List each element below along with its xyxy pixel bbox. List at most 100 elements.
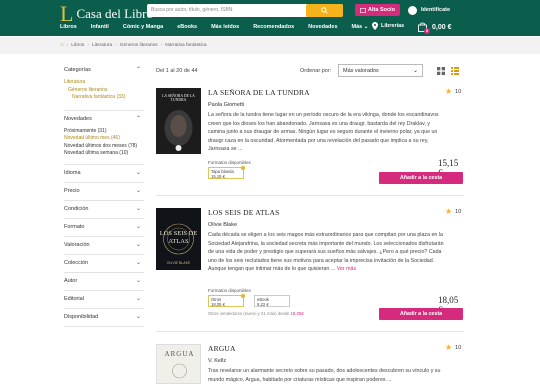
breadcrumb-item[interactable]: Literatura	[92, 43, 112, 48]
location-pin-icon	[372, 22, 378, 30]
format-option-tapa-blanda[interactable]: Tapa blanda 15,15 €	[208, 166, 245, 179]
product-rating: ★ 10	[445, 208, 461, 216]
selected-indicator-icon	[241, 294, 245, 298]
filter-categorias: Categorías ⌃ Literatura Géneros literari…	[64, 62, 144, 111]
nav-mas-leidos[interactable]: Más leídos	[211, 24, 239, 34]
nav-novedades[interactable]: Novedades	[308, 24, 337, 34]
filter-title: Autor	[64, 277, 78, 284]
category-item[interactable]: Narrativa fantástica (33)	[64, 94, 144, 102]
filter-title[interactable]: Novedades	[64, 111, 144, 128]
chevron-down-icon: ⌄	[135, 241, 141, 248]
format-option-ebook[interactable]: eBook 9,22 €	[254, 295, 290, 307]
filter-precio[interactable]: Precio ⌄	[64, 183, 144, 201]
nav-mas[interactable]: Más ⌄	[352, 24, 369, 34]
filter-autor[interactable]: Autor ⌄	[64, 273, 144, 291]
main-nav: Libros Infantil Cómic y Manga eBooks Más…	[60, 24, 368, 34]
breadcrumb-item: Narrativa fantástica	[165, 42, 207, 48]
results-count: Del 1 al 20 de 44	[156, 68, 198, 74]
product-item: LOS SEIS DE ATLAS OLIVIE BLAKE LOS SEIS …	[156, 208, 464, 323]
login-button[interactable]: Identifícate	[408, 4, 450, 16]
filter-novedades: Novedades ⌃ Próximamente (31) Novedad úl…	[64, 111, 144, 165]
grid-view-icon[interactable]	[437, 67, 445, 75]
breadcrumb-separator: ›	[87, 42, 89, 48]
filter-coleccion[interactable]: Colección ⌄	[64, 255, 144, 273]
add-to-cart-button[interactable]: Añadir a la cesta	[379, 308, 463, 320]
breadcrumb-item[interactable]: Géneros literarios	[120, 43, 158, 48]
filter-formato[interactable]: Formato ⌄	[64, 219, 144, 237]
book-cover[interactable]: LOS SEIS DE ATLAS OLIVIE BLAKE	[156, 208, 201, 270]
order-label: Ordenar por:	[300, 68, 332, 74]
nav-libros[interactable]: Libros	[60, 24, 77, 34]
list-view-icon[interactable]	[451, 67, 459, 75]
other-sellers-link[interactable]: Otros vendedores (nuevo y 21 más) desde …	[208, 311, 304, 316]
filter-title: Formato	[64, 223, 85, 230]
ver-mas-link[interactable]: Ver más	[337, 266, 356, 272]
chevron-down-icon: ⌄	[412, 68, 418, 74]
product-title[interactable]: LA SEÑORA DE LA TUNDRA	[208, 88, 310, 97]
product-description: Tras revelarse un alarmante secreto sobr…	[208, 368, 441, 383]
alta-socio-button[interactable]: Alta Socio	[355, 4, 400, 16]
formats-label: Formatos disponibles	[208, 288, 251, 293]
cart-total: 0,00 €	[432, 23, 452, 31]
novedad-item[interactable]: Novedad último mes (46)	[64, 135, 144, 143]
home-icon[interactable]: ⌂	[60, 42, 64, 48]
order-value: Más valorados	[343, 68, 379, 74]
chevron-up-icon[interactable]: ⌃	[136, 115, 141, 122]
nav-mas-label: Más	[351, 24, 363, 30]
chevron-down-icon: ⌄	[135, 205, 141, 212]
filter-title[interactable]: Categorías	[64, 62, 144, 79]
order-select[interactable]: Más valorados ⌄	[338, 64, 423, 77]
book-cover[interactable]: LA SEÑORA DE LA TUNDRA	[156, 88, 201, 154]
logo[interactable]: L Casa del Libro	[60, 3, 153, 25]
search-icon	[321, 7, 328, 14]
filter-idioma[interactable]: Idioma ⌄	[64, 165, 144, 183]
cart-button[interactable]: 0 0,00 €	[418, 22, 452, 34]
filter-title: Precio	[64, 187, 80, 194]
breadcrumb-separator: ›	[115, 42, 117, 48]
selected-indicator-icon	[241, 166, 245, 170]
filter-title: Editorial	[64, 295, 84, 302]
book-cover-author: OLIVIE BLAKE	[166, 261, 191, 265]
book-cover[interactable]: ARGUA	[156, 344, 201, 384]
star-icon: ★	[445, 207, 453, 216]
novedad-item[interactable]: Novedad última semana (10)	[64, 150, 144, 158]
nav-recomendados[interactable]: Recomendados	[253, 24, 294, 34]
product-author[interactable]: V. Kellz	[208, 358, 226, 364]
filter-editorial[interactable]: Editorial ⌄	[64, 291, 144, 309]
nav-infantil[interactable]: Infantil	[91, 24, 109, 34]
add-to-cart-button[interactable]: Añadir a la cesta	[379, 172, 463, 184]
filter-title: Condición	[64, 205, 89, 212]
filter-title: Idioma	[64, 169, 81, 176]
category-item[interactable]: Literatura	[64, 79, 144, 87]
formats-label: Formatos disponibles	[208, 160, 251, 165]
filter-valoracion[interactable]: Valoración ⌄	[64, 237, 144, 255]
filter-title: Valoración	[64, 241, 90, 248]
nav-comic-manga[interactable]: Cómic y Manga	[123, 24, 163, 34]
filter-condicion[interactable]: Condición ⌄	[64, 201, 144, 219]
format-option-otros[interactable]: Otros 18,05 €	[208, 294, 245, 307]
librerias-link[interactable]: Librerías	[372, 22, 404, 30]
login-label: Identifícate	[421, 7, 451, 13]
product-author[interactable]: Paola Giometti	[208, 102, 244, 108]
product-description: La señora de la tundra tiene lugar en un…	[208, 112, 439, 153]
product-author[interactable]: Olivie Blake	[208, 222, 237, 228]
breadcrumb-item[interactable]: Libros	[71, 43, 84, 48]
novedad-item[interactable]: Próximamente (31)	[64, 128, 144, 136]
product-title[interactable]: LOS SEIS DE ATLAS	[208, 208, 280, 217]
filter-disponibilidad[interactable]: Disponibilidad ⌄	[64, 309, 144, 327]
novedad-item[interactable]: Novedad últimos dos meses (78)	[64, 143, 144, 151]
breadcrumb: ⌂ › Libros › Literatura › Géneros litera…	[60, 42, 207, 48]
chevron-up-icon[interactable]: ⌃	[136, 66, 141, 73]
format-price: 18,05 €	[211, 302, 225, 307]
chevron-down-icon: ⌄	[363, 24, 369, 30]
search-button[interactable]	[306, 4, 343, 17]
nav-ebooks[interactable]: eBooks	[177, 24, 197, 34]
category-item[interactable]: Géneros literarios	[64, 87, 144, 95]
breadcrumb-separator: ›	[160, 42, 163, 48]
product-title[interactable]: ARGUA	[208, 344, 236, 353]
divider	[156, 331, 464, 332]
other-sellers-price: 18,05€	[290, 311, 304, 316]
product-description: Cada década se eligen a los seis magos m…	[208, 231, 448, 274]
chevron-down-icon: ⌄	[135, 295, 141, 302]
filter-title: Colección	[64, 259, 89, 266]
